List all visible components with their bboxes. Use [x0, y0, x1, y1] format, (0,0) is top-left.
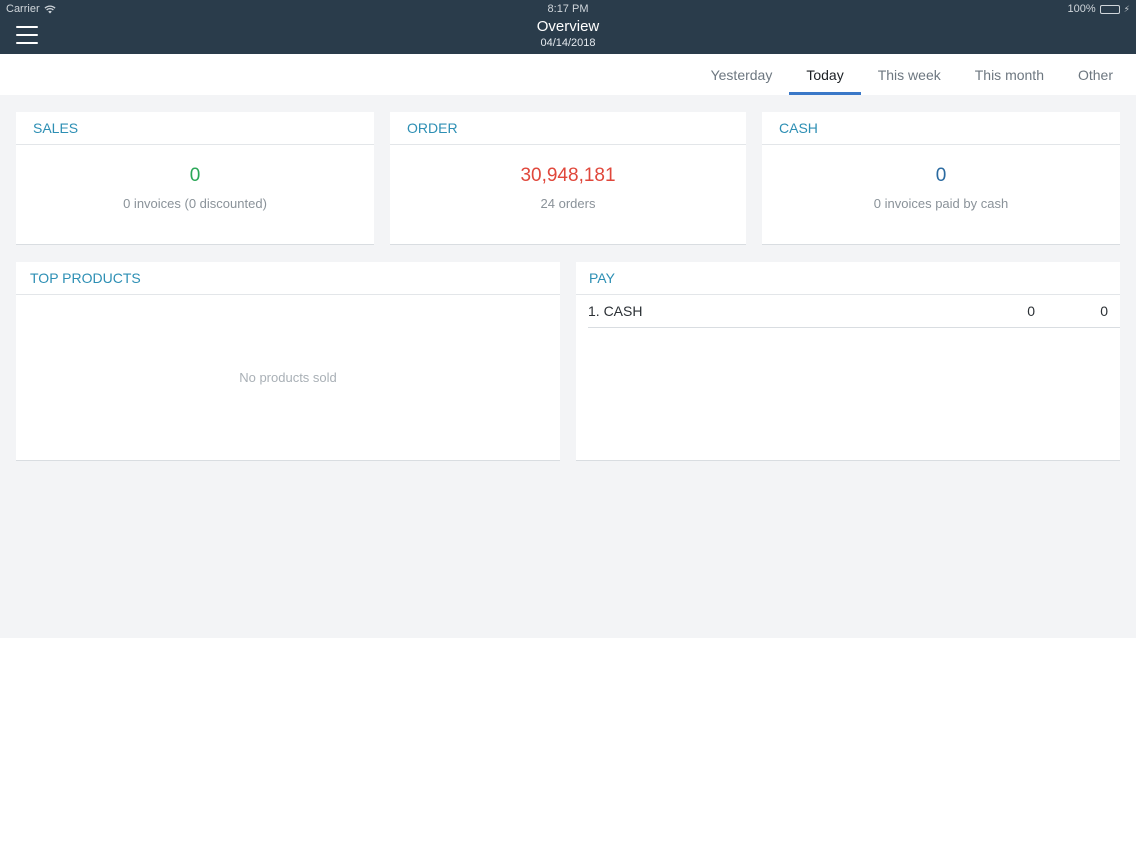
pay-method-name: 1. CASH: [588, 303, 643, 319]
header-title-block: Overview 04/14/2018: [0, 18, 1136, 50]
order-value: 30,948,181: [520, 165, 616, 186]
page-date: 04/14/2018: [540, 37, 596, 49]
tab-other[interactable]: Other: [1061, 54, 1130, 95]
pay-card: PAY 1. CASH 0 0: [576, 262, 1120, 461]
tab-yesterday[interactable]: Yesterday: [694, 54, 790, 95]
sales-detail: 0 invoices (0 discounted): [123, 196, 267, 211]
charging-icon: ⚡: [1123, 3, 1130, 14]
sales-card[interactable]: SALES 0 0 invoices (0 discounted): [16, 112, 374, 245]
sales-card-title: SALES: [16, 112, 374, 145]
overview-content: SALES 0 0 invoices (0 discounted) ORDER …: [0, 95, 1136, 638]
order-card-title: ORDER: [390, 112, 746, 145]
app: Carrier 8:17 PM 100% ⚡ Overview 04/14/20…: [0, 0, 1136, 852]
order-card[interactable]: ORDER 30,948,181 24 orders: [390, 112, 746, 245]
tab-this-week[interactable]: This week: [861, 54, 958, 95]
cash-detail: 0 invoices paid by cash: [873, 196, 1009, 211]
cash-card-title: CASH: [762, 112, 1120, 145]
page-title: Overview: [536, 18, 600, 35]
cash-value: 0: [935, 165, 947, 186]
battery-percent: 100%: [1067, 3, 1096, 15]
pay-row-cash[interactable]: 1. CASH 0 0: [588, 295, 1120, 328]
status-battery: 100% ⚡: [1068, 3, 1130, 15]
top-products-title: TOP PRODUCTS: [16, 262, 560, 295]
top-products-card: TOP PRODUCTS No products sold: [16, 262, 560, 461]
pay-card-title: PAY: [576, 262, 1120, 295]
top-bar: Carrier 8:17 PM 100% ⚡ Overview 04/14/20…: [0, 0, 1136, 54]
no-products-message: No products sold: [239, 370, 337, 385]
cash-card[interactable]: CASH 0 0 invoices paid by cash: [762, 112, 1120, 245]
status-time: 8:17 PM: [547, 3, 589, 15]
pay-method-count: 0: [1027, 303, 1035, 319]
tab-today[interactable]: Today: [789, 54, 862, 95]
battery-icon: [1099, 4, 1120, 14]
order-detail: 24 orders: [540, 196, 596, 211]
period-tabs: Yesterday Today This week This month Oth…: [0, 54, 1136, 95]
pay-method-amount: 0: [1100, 303, 1108, 319]
sales-value: 0: [189, 165, 201, 186]
tab-this-month[interactable]: This month: [958, 54, 1061, 95]
